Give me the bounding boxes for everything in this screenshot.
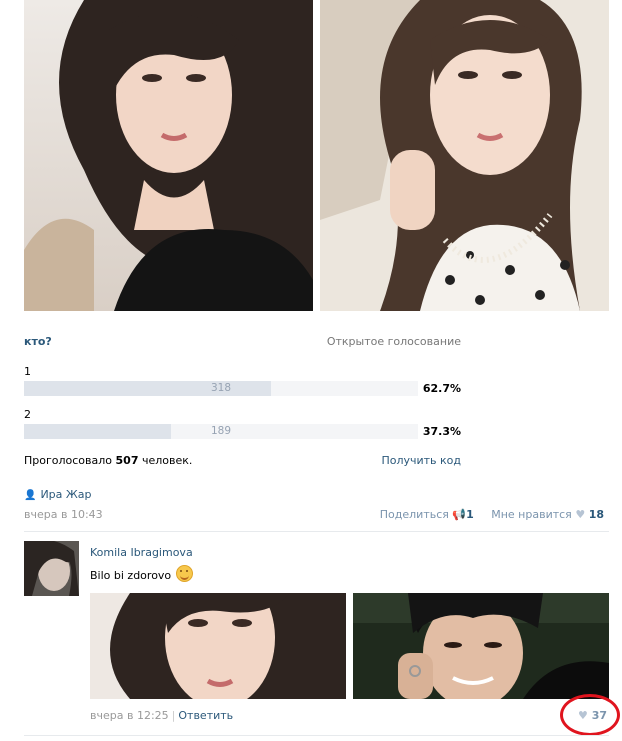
like-count: 18 bbox=[588, 508, 604, 521]
voted-prefix: Проголосовало bbox=[24, 454, 113, 467]
person-icon: 👤 bbox=[24, 490, 37, 501]
post-photo-1[interactable] bbox=[24, 0, 313, 311]
poll-voted-summary: Проголосовало 507 человек. bbox=[24, 454, 192, 467]
share-count: 1 bbox=[466, 508, 474, 521]
poll-option-bar[interactable]: 318 bbox=[24, 381, 418, 396]
get-code-link[interactable]: Получить код bbox=[381, 454, 461, 467]
poll-type: Открытое голосование bbox=[326, 335, 461, 348]
like-label: Мне нравится bbox=[491, 508, 572, 521]
poll-option-bar[interactable]: 189 bbox=[24, 424, 418, 439]
comment-photo-2[interactable] bbox=[353, 593, 609, 699]
post-actions: Поделиться 📢1 Мне нравится ♥ 18 bbox=[380, 508, 604, 521]
avatar[interactable] bbox=[24, 541, 79, 596]
megaphone-icon: 📢 bbox=[452, 508, 467, 521]
comment-date[interactable]: вчера в 12:25 bbox=[90, 709, 169, 722]
comment-text-content: Bilo bi zdorovo bbox=[90, 569, 172, 582]
like-button[interactable]: Мне нравится ♥ 18 bbox=[491, 508, 604, 521]
post-date[interactable]: вчера в 10:43 bbox=[24, 508, 103, 521]
heart-icon: ♥ bbox=[575, 508, 586, 521]
poll-percent: 62.7% bbox=[422, 382, 461, 395]
comment-text: Bilo bi zdorovo bbox=[90, 565, 194, 582]
smile-icon bbox=[176, 565, 194, 582]
share-label: Поделиться bbox=[379, 508, 449, 521]
poll-option-label: 2 bbox=[24, 408, 31, 421]
poll-option-label: 1 bbox=[24, 365, 31, 378]
voted-count: 507 bbox=[115, 454, 139, 467]
author-name[interactable]: Ира Жар bbox=[40, 488, 91, 501]
post-author[interactable]: 👤 Ира Жар bbox=[24, 488, 91, 501]
post-photo-2[interactable] bbox=[320, 0, 609, 311]
poll-percent: 37.3% bbox=[422, 425, 461, 438]
voted-suffix: человек. bbox=[142, 454, 193, 467]
meta-separator: | bbox=[171, 709, 176, 722]
divider bbox=[24, 735, 609, 736]
share-button[interactable]: Поделиться 📢1 bbox=[380, 508, 474, 521]
highlight-circle bbox=[560, 694, 620, 736]
comment-meta: вчера в 12:25 | Ответить bbox=[90, 709, 233, 722]
comment-author[interactable]: Komila Ibragimova bbox=[90, 546, 193, 559]
divider bbox=[24, 531, 609, 532]
reply-link[interactable]: Ответить bbox=[178, 709, 233, 722]
poll-vote-count: 318 bbox=[210, 382, 232, 394]
poll-vote-count: 189 bbox=[210, 425, 232, 437]
comment-photo-1[interactable] bbox=[90, 593, 346, 699]
poll-question[interactable]: кто? bbox=[24, 335, 52, 348]
